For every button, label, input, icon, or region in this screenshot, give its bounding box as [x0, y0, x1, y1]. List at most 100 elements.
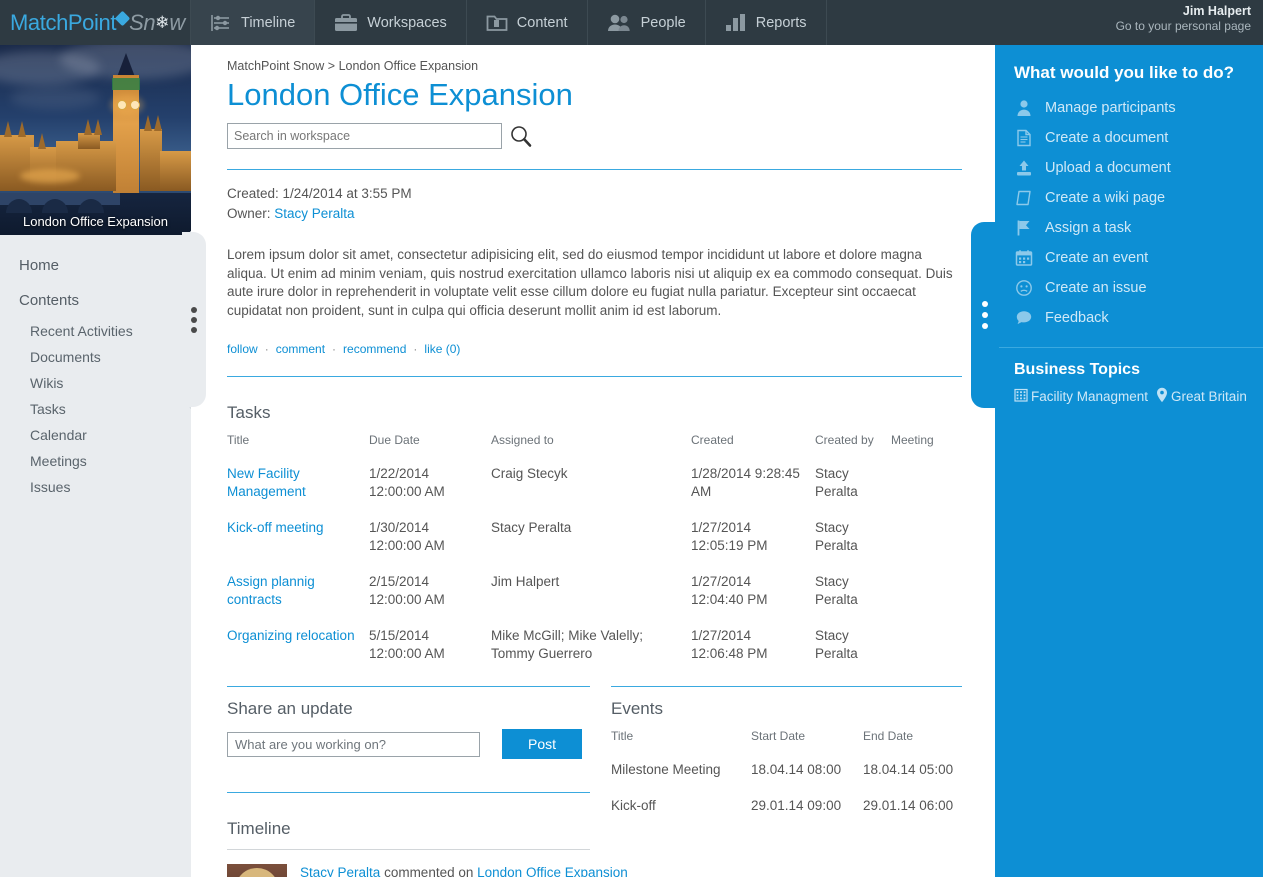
action-manage-participants[interactable]: Manage participants: [1014, 93, 1263, 123]
sidebar-item-home[interactable]: Home: [0, 248, 191, 283]
business-topics-block: Business Topics Facility Managment Great…: [995, 348, 1263, 420]
action-create-event[interactable]: Create an event: [1014, 243, 1263, 273]
action-create-document[interactable]: Create a document: [1014, 123, 1263, 153]
workspace-image-caption: London Office Expansion: [22, 214, 169, 229]
handle-dot-icon: [982, 323, 988, 329]
nav-tab-workspaces[interactable]: Workspaces: [315, 0, 467, 45]
search-icon: [509, 126, 533, 151]
timeline-author-link[interactable]: Stacy Peralta: [300, 865, 380, 877]
follow-link[interactable]: follow: [227, 342, 258, 356]
action-label: Create an issue: [1045, 280, 1147, 296]
timeline-entry-headline: Stacy Peralta commented on London Office…: [300, 864, 661, 877]
logo-text-sn: Sn: [129, 9, 156, 35]
sidebar-item-documents[interactable]: Documents: [0, 344, 191, 370]
event-title: Milestone Meeting: [611, 762, 721, 777]
action-feedback[interactable]: Feedback: [1014, 303, 1263, 333]
sidebar-item-tasks[interactable]: Tasks: [0, 396, 191, 422]
nav-tab-timeline[interactable]: Timeline: [191, 0, 316, 45]
timeline-target-link[interactable]: London Office Expansion: [477, 865, 628, 877]
sidebar-item-recent-activities[interactable]: Recent Activities: [0, 318, 191, 344]
right-panel-collapse-handle[interactable]: [971, 222, 999, 408]
timeline-icon: [210, 14, 232, 32]
quick-actions-block: What would you like to do? Manage partic…: [995, 45, 1263, 347]
task-title-link[interactable]: New Facility Management: [227, 466, 306, 499]
event-end-date: 29.01.14 06:00: [863, 798, 954, 813]
divider-above-share: [227, 686, 590, 687]
workspace-meta: Created: 1/24/2014 at 3:55 PM Owner: Sta…: [227, 184, 962, 224]
task-meeting: [891, 456, 962, 510]
personal-page-link[interactable]: Go to your personal page: [1116, 19, 1251, 34]
action-assign-task[interactable]: Assign a task: [1014, 213, 1263, 243]
person-icon: [1014, 98, 1034, 118]
created-value: 1/24/2014 at 3:55 PM: [282, 186, 412, 201]
events-col-title: Title: [611, 729, 634, 743]
wiki-page-icon: [1014, 188, 1034, 208]
upload-icon: [1014, 158, 1034, 178]
sidebar-collapse-handle[interactable]: [182, 232, 206, 407]
business-topics-title: Business Topics: [1014, 361, 1140, 378]
sidebar-item-calendar[interactable]: Calendar: [0, 422, 191, 448]
task-due-date: 1/30/2014 12:00:00 AM: [369, 520, 445, 553]
task-meeting: [891, 564, 962, 618]
app-logo[interactable]: MatchPoint Sn ❄ w: [0, 0, 191, 45]
search-button[interactable]: [509, 124, 533, 148]
event-start-date: 29.01.14 09:00: [751, 798, 842, 813]
nav-tab-label: Content: [516, 14, 568, 31]
business-topic-great-britain[interactable]: Great Britain: [1171, 389, 1247, 404]
tasks-header-row: Title Due Date Assigned to Created Creat…: [227, 433, 962, 456]
task-title-link[interactable]: Assign plannig contracts: [227, 574, 315, 607]
people-icon: [607, 13, 632, 32]
post-button[interactable]: Post: [502, 729, 582, 759]
share-update-input[interactable]: [227, 731, 480, 757]
sidebar-item-meetings[interactable]: Meetings: [0, 448, 191, 474]
handle-dot-icon: [982, 301, 988, 307]
task-due-date: 1/22/2014 12:00:00 AM: [369, 466, 445, 499]
big-ben-spire: [117, 53, 135, 77]
tasks-col-due-date: Due Date: [369, 433, 420, 447]
page-title: London Office Expansion: [227, 77, 573, 112]
nav-tab-people[interactable]: People: [588, 0, 706, 45]
handle-dot-icon: [982, 312, 988, 318]
bar-chart-icon: [725, 13, 747, 32]
action-create-issue[interactable]: Create an issue: [1014, 273, 1263, 303]
owner-link[interactable]: Stacy Peralta: [274, 206, 354, 221]
search-input[interactable]: [227, 123, 502, 149]
divider-above-events: [611, 686, 962, 687]
business-topic-facility-managment[interactable]: Facility Managment: [1031, 389, 1148, 404]
timeline-entry-text: Stacy Peralta commented on London Office…: [300, 864, 661, 877]
breadcrumb-root[interactable]: MatchPoint Snow: [227, 59, 324, 73]
issue-face-icon: [1014, 278, 1034, 298]
events-col-start-date: Start Date: [751, 729, 806, 743]
comment-link[interactable]: comment: [276, 342, 325, 356]
workspace-header-image: London Office Expansion: [0, 45, 191, 235]
task-title-link[interactable]: Organizing relocation: [227, 628, 355, 643]
task-title-link[interactable]: Kick-off meeting: [227, 520, 324, 535]
task-created: 1/27/2014 12:06:48 PM: [691, 628, 768, 661]
sidebar-navigation: Home Contents Recent Activities Document…: [0, 235, 191, 500]
sidebar-item-contents[interactable]: Contents: [0, 283, 191, 318]
action-create-wiki-page[interactable]: Create a wiki page: [1014, 183, 1263, 213]
created-row: Created: 1/24/2014 at 3:55 PM: [227, 184, 962, 204]
nav-tab-reports[interactable]: Reports: [706, 0, 827, 45]
avatar: [227, 864, 287, 877]
sidebar-item-wikis[interactable]: Wikis: [0, 370, 191, 396]
like-link[interactable]: like (0): [424, 342, 460, 356]
workspace-search-row: [227, 123, 962, 149]
divider-under-search: [227, 169, 962, 170]
task-assigned-to: Jim Halpert: [491, 574, 560, 589]
task-due-date: 5/15/2014 12:00:00 AM: [369, 628, 445, 661]
action-label: Feedback: [1045, 310, 1109, 326]
owner-row: Owner: Stacy Peralta: [227, 204, 962, 224]
action-label: Upload a document: [1045, 160, 1171, 176]
tasks-title: Tasks: [227, 403, 271, 422]
task-created: 1/27/2014 12:05:19 PM: [691, 520, 768, 553]
recommend-link[interactable]: recommend: [343, 342, 406, 356]
share-column: Share an update Post Timeline: [227, 686, 628, 877]
sidebar-item-issues[interactable]: Issues: [0, 474, 191, 500]
action-upload-document[interactable]: Upload a document: [1014, 153, 1263, 183]
tasks-col-assigned-to: Assigned to: [491, 433, 554, 447]
calendar-icon: [1014, 248, 1034, 268]
nav-tab-content[interactable]: Content: [467, 0, 588, 45]
table-row: Assign plannig contracts 2/15/2014 12:00…: [227, 564, 962, 618]
breadcrumb-current[interactable]: London Office Expansion: [339, 59, 478, 73]
